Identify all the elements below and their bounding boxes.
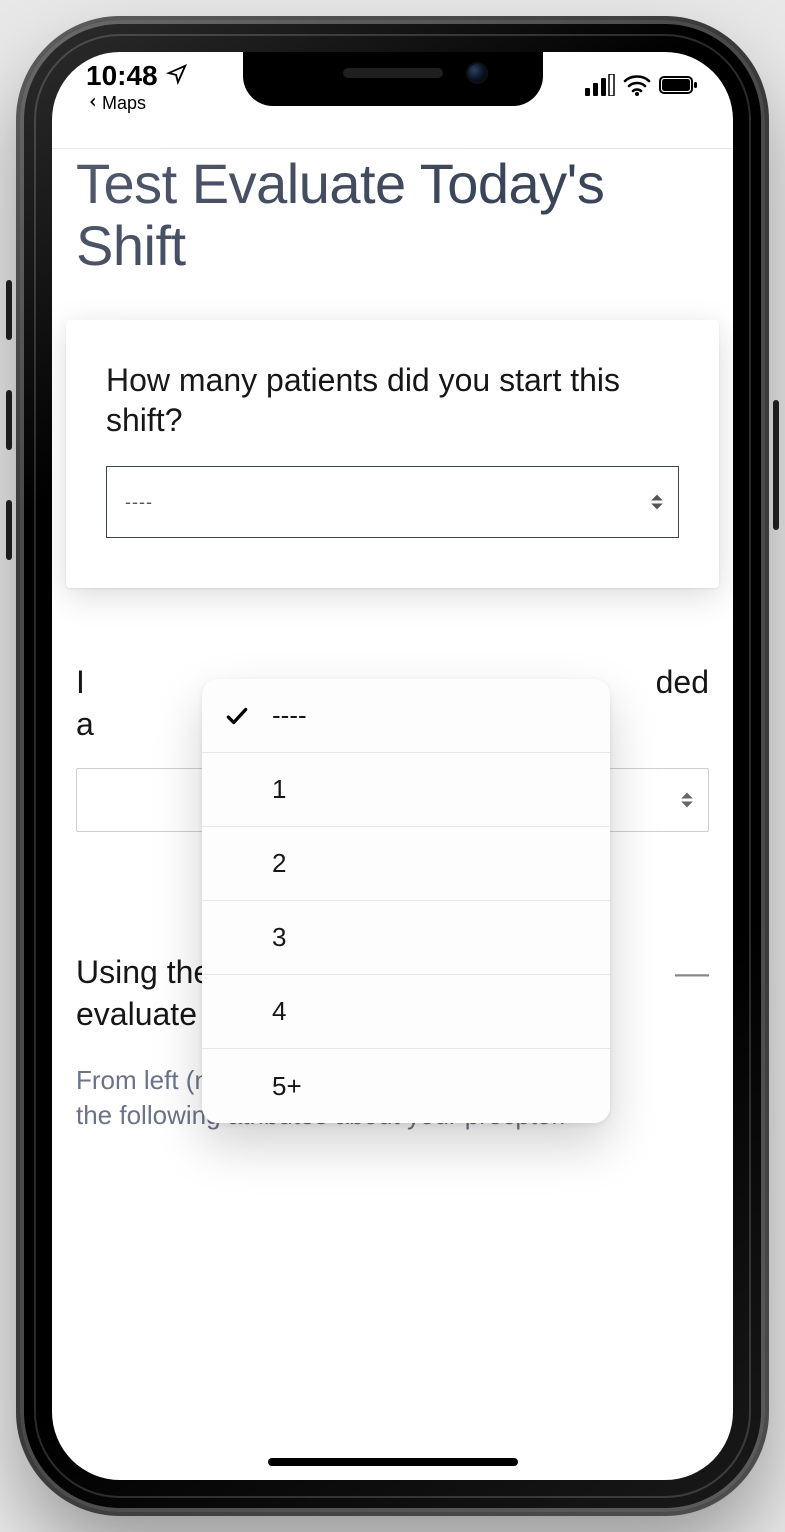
status-bar-left: 10:48 Maps <box>86 62 188 112</box>
patients-option-placeholder[interactable]: ---- <box>202 679 610 753</box>
collapse-dash-icon: — <box>675 954 709 992</box>
question-patients-label: How many patients did you start this shi… <box>106 360 679 440</box>
back-to-app[interactable]: Maps <box>86 94 146 112</box>
speaker-grille <box>343 68 443 78</box>
question-2-fragment-right: ded <box>656 662 709 702</box>
app-content: Test Evaluate Today's Shift How many pat… <box>52 148 733 1480</box>
status-time: 10:48 <box>86 62 158 90</box>
device-notch <box>243 52 543 106</box>
collapse-toggle[interactable]: — <box>675 956 709 990</box>
question-2-fragment-bottom: a <box>76 704 94 744</box>
front-camera <box>468 64 486 82</box>
status-bar-right <box>585 71 699 103</box>
cellular-icon <box>585 71 615 103</box>
option-label: ---- <box>272 700 307 731</box>
back-caret-icon <box>86 94 100 112</box>
battery-icon <box>659 71 699 103</box>
screen: 10:48 Maps <box>52 52 733 1480</box>
back-to-app-label: Maps <box>102 94 146 112</box>
patients-option-1[interactable]: 1 <box>202 753 610 827</box>
patients-select[interactable]: ---- <box>106 466 679 538</box>
patients-option-2[interactable]: 2 <box>202 827 610 901</box>
device-frame: 10:48 Maps <box>20 20 765 1512</box>
home-indicator[interactable] <box>268 1458 518 1466</box>
patients-select-popover: ---- 1 2 3 4 5+ <box>202 679 610 1123</box>
device-bezel: 10:48 Maps <box>34 34 751 1498</box>
select-stepper-icon <box>650 492 664 512</box>
location-icon <box>166 62 188 90</box>
checkmark-icon <box>224 703 250 729</box>
option-label: 3 <box>272 922 286 953</box>
option-label: 5+ <box>272 1071 302 1102</box>
patients-option-4[interactable]: 4 <box>202 975 610 1049</box>
power-button <box>773 400 779 530</box>
option-label: 1 <box>272 774 286 805</box>
option-label: 4 <box>272 996 286 1027</box>
question-2-fragment-left: I <box>76 662 85 702</box>
patients-option-5plus[interactable]: 5+ <box>202 1049 610 1123</box>
wifi-icon <box>623 71 651 103</box>
select-stepper-icon <box>680 790 694 810</box>
page-title: Test Evaluate Today's Shift <box>52 149 733 286</box>
patients-option-3[interactable]: 3 <box>202 901 610 975</box>
option-label: 2 <box>272 848 286 879</box>
question-card-patients: How many patients did you start this shi… <box>66 320 719 588</box>
patients-select-value: ---- <box>125 492 153 513</box>
